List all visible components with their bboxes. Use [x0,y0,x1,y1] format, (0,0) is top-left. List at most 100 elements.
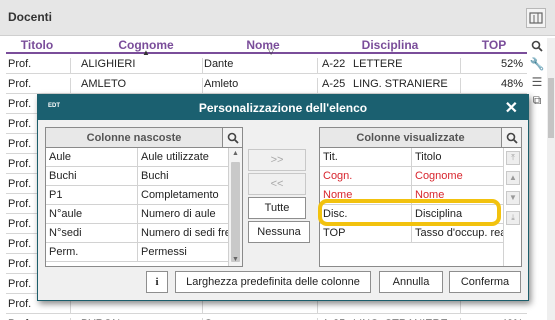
dialog-titlebar: EDT Personalizzazione dell'elenco ✕ [38,95,528,120]
cell-divider [460,58,461,73]
item-label: Aule utilizzate [141,151,209,163]
cell-titolo: Prof. [8,298,32,310]
cell-nome: Amleto [204,78,239,90]
copy-icon[interactable]: ⧉ [529,92,545,108]
move-down-icon[interactable]: ▼ [506,191,520,205]
side-toolbar: 🔧 ☰ ⧉ [529,38,547,110]
item-code: Nome [323,189,353,201]
layout-icon[interactable] [526,8,546,28]
info-button[interactable]: i [146,271,168,293]
list-item[interactable]: TOP Tasso d'occup. reale [320,224,507,243]
col-header-disciplina[interactable]: Disciplina [320,38,460,52]
scroll-down-icon[interactable]: ▼ [229,254,242,266]
item-label: Numero di sedi frequentate [141,227,233,239]
cell-top: 48% [500,78,523,90]
scroll-thumb[interactable] [548,78,554,138]
cell-titolo: Prof. [8,218,32,230]
select-all-button[interactable]: Tutte [248,197,306,219]
order-tools: ⤒ ▲ ▼ ⤓ [503,148,521,266]
cell-disciplina: LETTERE [353,58,403,70]
item-label: Nome [415,189,445,201]
list-icon[interactable]: ☰ [529,74,545,90]
cell-titolo: Prof. [8,58,32,70]
search-icon[interactable] [222,128,242,147]
cell-divider [70,78,71,93]
cell-divider [137,186,138,204]
list-item[interactable]: Disc. Disciplina [320,205,504,224]
cell-divider [317,58,318,73]
move-left-button[interactable]: << [248,173,306,195]
item-label: Titolo [415,151,442,163]
dialog-title: Personalizzazione dell'elenco [198,101,368,115]
scroll-thumb[interactable] [231,162,240,262]
cell-titolo: Prof. [8,178,32,190]
cell-divider [460,78,461,93]
scroll-up-icon[interactable]: ▲ [229,148,242,160]
item-code: N°aule [49,208,83,220]
move-bottom-icon[interactable]: ⤓ [506,211,520,225]
cell-code: A-25 [322,78,346,90]
default-width-button[interactable]: Larghezza predefinita delle colonne [175,271,371,293]
move-right-button[interactable]: >> [248,149,306,171]
item-label: Buchi [141,170,169,182]
col-header-titolo[interactable]: Titolo [6,38,68,52]
cell-titolo: Prof. [8,258,32,270]
item-code: Buchi [49,170,77,182]
visible-columns-list: Colonne visualizzate Tit. Titolo Cogn. Cogn… [319,127,522,267]
select-none-button[interactable]: Nessuna [248,221,310,243]
visible-columns-title: Colonne visualizzate [356,132,465,144]
cell-divider [317,78,318,93]
cell-titolo: Prof. [8,118,32,130]
list-scrollbar[interactable] [547,38,555,320]
item-label: Tasso d'occup. reale [415,227,507,239]
cell-titolo: Prof. [8,198,32,210]
cell-divider [137,243,138,261]
search-icon[interactable] [529,38,545,54]
cell-divider [137,167,138,185]
search-icon[interactable] [501,128,521,147]
list-item[interactable]: Perm. Permessi [46,243,229,262]
cancel-button[interactable]: Annulla [379,271,443,293]
move-up-icon[interactable]: ▲ [506,171,520,185]
close-icon[interactable]: ✕ [505,98,518,118]
hidden-columns-header: Colonne nascoste [46,128,242,148]
visible-columns-header: Colonne visualizzate [320,128,521,148]
cell-divider [411,205,412,223]
hidden-list-scrollbar[interactable]: ▲ ▼ [228,148,242,266]
cell-cognome: AMLETO [81,78,127,90]
panel-title: Docenti [8,10,53,24]
table-row[interactable]: Prof. AMLETO Amleto A-25 LING. STRANIERE 48% [6,74,527,94]
confirm-button[interactable]: Conferma [449,271,521,293]
col-header-nome[interactable]: Nome [206,38,320,52]
hidden-columns-title: Colonne nascoste [86,132,182,144]
item-code: TOP [323,227,346,239]
cell-nome: Dante [204,58,234,70]
list-item[interactable]: Cogn. Cognome [320,167,504,186]
cell-titolo: Prof. [8,238,32,250]
item-label: Cognome [415,170,463,182]
list-item[interactable]: Buchi Buchi [46,167,229,186]
table-row[interactable]: Prof. ALIGHIERI Dante A-22 LETTERE 52% [6,54,527,74]
list-item[interactable]: P1 Completamento [46,186,229,205]
list-item[interactable]: Nome Nome [320,186,504,205]
item-label: Numero di aule [141,208,216,220]
wrench-icon[interactable]: 🔧 [529,56,545,72]
col-header-top[interactable]: TOP [461,38,527,52]
list-item[interactable]: Aule Aule utilizzate [46,148,229,167]
hidden-columns-list: Colonne nascoste Aule Aule utilizzate Buch… [45,127,243,267]
table-row[interactable]: Prof.BYRONGeorgeA-25LING. STRANIERE49% [6,314,527,320]
cell-divider [137,148,138,166]
cell-top: 52% [500,58,523,70]
cell-divider [202,78,203,93]
item-code: Perm. [49,246,79,258]
list-item[interactable]: N°sedi Numero di sedi frequentate [46,224,233,243]
customize-list-dialog: EDT Personalizzazione dell'elenco ✕ Colo… [37,94,529,301]
item-label: Completamento [141,189,219,201]
cell-titolo: Prof. [8,158,32,170]
cell-divider [70,58,71,73]
list-item[interactable]: Tit. Titolo [320,148,504,167]
item-label: Permessi [141,246,187,258]
cell-titolo: Prof. [8,98,32,110]
move-top-icon[interactable]: ⤒ [506,151,520,165]
list-item[interactable]: N°aule Numero di aule [46,205,229,224]
